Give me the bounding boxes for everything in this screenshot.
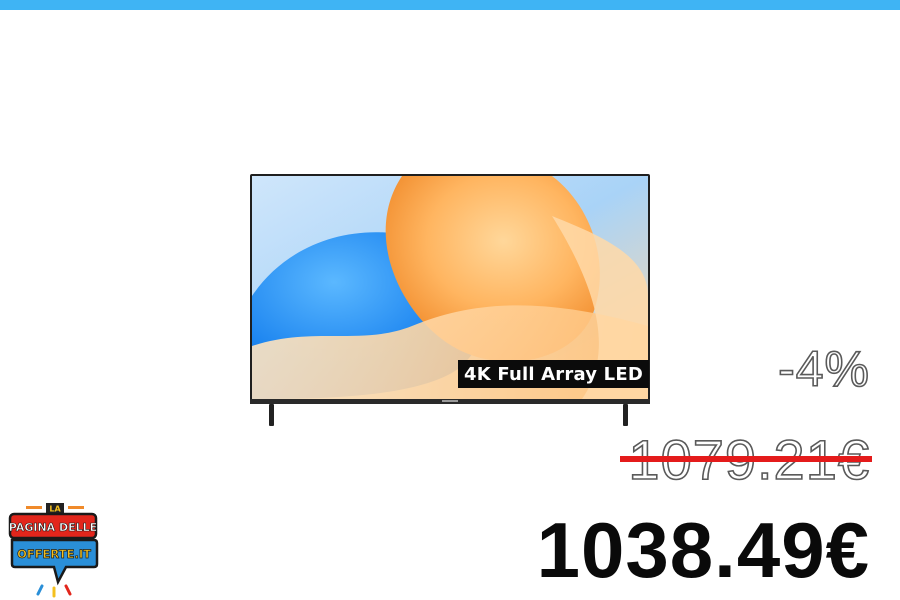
strikethrough-line xyxy=(620,456,872,462)
top-accent-bar xyxy=(0,0,900,10)
tv-brand-mark xyxy=(442,400,458,402)
tv-frame: 4K Full Array LED xyxy=(250,174,650,404)
tv-stand-left xyxy=(269,404,274,426)
tv-feature-badge: 4K Full Array LED xyxy=(458,360,649,388)
product-image: 4K Full Array LED xyxy=(250,174,650,428)
logo-line2: PAGINA DELLE xyxy=(9,521,97,534)
logo-line1: LA xyxy=(49,505,61,514)
current-price: 1038.49€ xyxy=(536,506,870,594)
tv-stand-right xyxy=(623,404,628,426)
discount-percent: -4% xyxy=(777,340,870,398)
site-logo: LA PAGINA DELLE OFFERTE.IT xyxy=(8,500,100,598)
old-price-block: 1079.21€ xyxy=(620,427,872,492)
logo-line3: OFFERTE.IT xyxy=(17,547,91,561)
logo-graphic: LA PAGINA DELLE OFFERTE.IT xyxy=(8,503,99,598)
